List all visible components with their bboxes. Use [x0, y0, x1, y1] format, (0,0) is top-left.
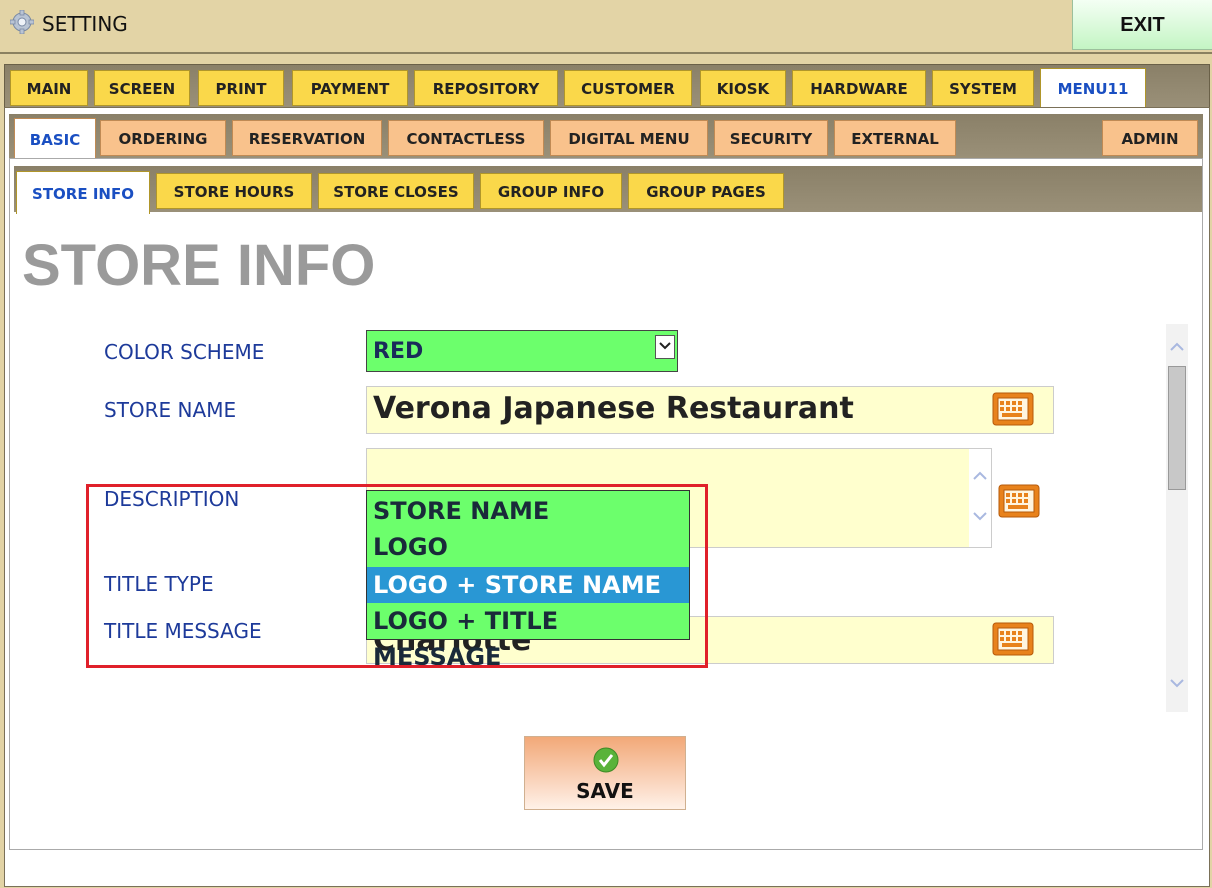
tab-system[interactable]: SYSTEM	[932, 70, 1034, 106]
store-name-value: Verona Japanese Restaurant	[373, 391, 854, 426]
tab-store-closes[interactable]: STORE CLOSES	[318, 173, 474, 209]
title-type-dropdown[interactable]: STORE NAME LOGO LOGO + STORE NAME LOGO +…	[366, 490, 690, 671]
keyboard-icon[interactable]	[992, 622, 1034, 656]
tab-ordering[interactable]: ORDERING	[100, 120, 226, 156]
dropdown-option-logo[interactable]: LOGO	[367, 529, 689, 565]
tab-menu11[interactable]: MENU11	[1040, 68, 1146, 108]
dropdown-option-logo-store-name[interactable]: LOGO + STORE NAME	[367, 567, 689, 603]
scrollbar-thumb[interactable]	[1168, 366, 1186, 490]
dropdown-option-logo-title-message[interactable]: LOGO + TITLE MESSAGE	[367, 603, 689, 671]
tab-screen[interactable]: SCREEN	[94, 70, 190, 106]
tab-store-info[interactable]: STORE INFO	[16, 171, 150, 215]
checkmark-icon	[593, 747, 619, 773]
tab-customer[interactable]: CUSTOMER	[564, 70, 692, 106]
tab-repository[interactable]: REPOSITORY	[414, 70, 558, 106]
window-title: SETTING	[42, 12, 128, 36]
tab-main[interactable]: MAIN	[10, 70, 88, 106]
tab-hardware[interactable]: HARDWARE	[792, 70, 926, 106]
page-title: STORE INFO	[22, 233, 376, 298]
tab-security[interactable]: SECURITY	[714, 120, 828, 156]
description-label: DESCRIPTION	[104, 487, 240, 511]
color-scheme-label: COLOR SCHEME	[104, 340, 265, 364]
title-type-label: TITLE TYPE	[104, 572, 214, 596]
dropdown-option-store-name[interactable]: STORE NAME	[367, 493, 689, 529]
gear-icon	[10, 10, 34, 34]
color-scheme-select[interactable]: RED	[366, 330, 678, 372]
tab-basic[interactable]: BASIC	[14, 118, 96, 160]
chevron-down-icon[interactable]	[1166, 676, 1188, 690]
divider	[0, 52, 1212, 54]
color-scheme-value: RED	[373, 339, 424, 364]
tab-reservation[interactable]: RESERVATION	[232, 120, 382, 156]
title-bar: SETTING	[0, 0, 1212, 50]
description-scrollbar[interactable]	[969, 449, 991, 547]
tab-digital-menu[interactable]: DIGITAL MENU	[550, 120, 708, 156]
store-name-label: STORE NAME	[104, 398, 237, 422]
chevron-down-icon[interactable]	[655, 335, 675, 359]
tab-group-info[interactable]: GROUP INFO	[480, 173, 622, 209]
title-message-label: TITLE MESSAGE	[104, 619, 262, 643]
chevron-up-icon[interactable]	[1166, 340, 1188, 354]
chevron-down-icon[interactable]	[969, 509, 991, 523]
exit-button[interactable]: EXIT	[1072, 0, 1212, 50]
form-scrollbar[interactable]	[1166, 324, 1188, 712]
keyboard-icon[interactable]	[998, 484, 1040, 518]
tab-store-hours[interactable]: STORE HOURS	[156, 173, 312, 209]
keyboard-icon[interactable]	[992, 392, 1034, 426]
save-label: SAVE	[576, 779, 634, 803]
tab-payment[interactable]: PAYMENT	[292, 70, 408, 106]
chevron-up-icon[interactable]	[969, 469, 991, 483]
save-button[interactable]: SAVE	[524, 736, 686, 810]
tab-admin[interactable]: ADMIN	[1102, 120, 1198, 156]
tab-kiosk[interactable]: KIOSK	[700, 70, 786, 106]
tab-external[interactable]: EXTERNAL	[834, 120, 956, 156]
tab-group-pages[interactable]: GROUP PAGES	[628, 173, 784, 209]
store-name-field[interactable]: Verona Japanese Restaurant	[366, 386, 1054, 434]
tab-contactless[interactable]: CONTACTLESS	[388, 120, 544, 156]
tab-print[interactable]: PRINT	[198, 70, 284, 106]
